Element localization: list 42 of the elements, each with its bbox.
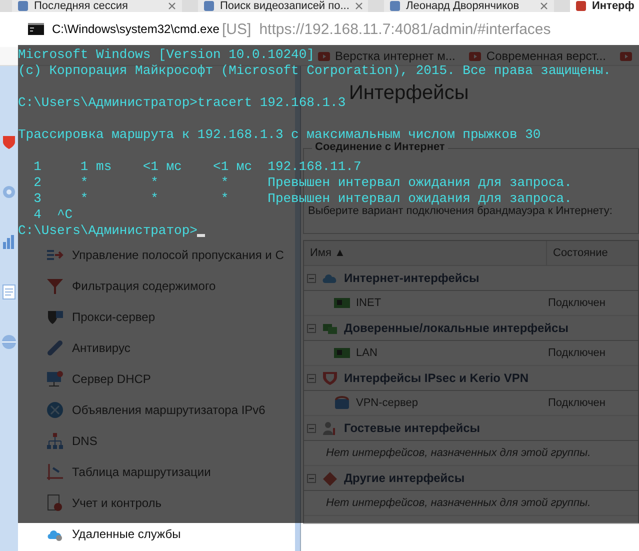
interface-name: INET — [356, 297, 382, 309]
console-line: 1 1 ms <1 мс <1 мс 192.168.11.7 — [32, 159, 362, 175]
console-line: 4 ^C — [32, 207, 73, 223]
console-line: Microsoft Windows [Version 10.0.10240] — [18, 47, 314, 63]
instruction-text: Выберите вариант подключения брандмауэра к Интернету: — [308, 205, 614, 217]
page-icon — [204, 1, 214, 11]
close-icon[interactable] — [355, 2, 364, 10]
close-icon[interactable] — [540, 2, 548, 10]
group-title: Доверенные/локальные интерфейсы — [344, 321, 568, 335]
group-title: Другие интерфейсы — [344, 471, 465, 485]
browser-tab[interactable]: Последняя сессия — [12, 0, 182, 12]
globe-icon[interactable] — [1, 334, 17, 350]
page-icon — [390, 1, 400, 11]
group-title: Интерфейсы IPsec и Kerio VPN — [344, 371, 528, 385]
browser-tab[interactable]: Поиск видеозаписей по... — [198, 0, 368, 12]
shield-icon[interactable] — [1, 134, 17, 150]
region-label: [US] — [222, 21, 252, 38]
console-line: C:\Users\Администратор> — [18, 223, 198, 239]
page-title: Интерфейсы — [349, 82, 469, 104]
page-icon — [18, 1, 28, 11]
interface-name: LAN — [356, 347, 378, 359]
sidebar-item[interactable]: Удаленные службы — [18, 518, 295, 549]
window-title: C:\Windows\system32\cmd.exe — [52, 22, 220, 36]
group-title: Интернет-интерфейсы — [344, 271, 480, 285]
group-title: Гостевые интерфейсы — [344, 421, 480, 435]
browser-tab[interactable]: Леонард Дворянчиков — [384, 0, 554, 12]
interface-name: VPN-сервер — [356, 397, 418, 409]
console-line: 3 * * * Превышен интервал ожидания для запроса. — [32, 191, 572, 206]
console-icon — [28, 22, 44, 34]
app-icon — [576, 1, 586, 11]
console-line: C:\Users\Администратор>tracert 192.168.1.3 — [18, 95, 346, 111]
console-line: Трассировка маршрута к 192.168.1.3 с максимальным числом прыжков 30 — [18, 127, 541, 142]
console-line: 2 * * * Превышен интервал ожидания для запроса. — [32, 175, 572, 191]
close-icon[interactable] — [168, 2, 176, 10]
status-text: Подключен — [547, 297, 606, 309]
bar-chart-icon[interactable] — [1, 234, 17, 250]
url-text[interactable]: https://192.168.11.7:4081/admin/#interfaces — [259, 21, 551, 38]
browser-tab[interactable]: Интерф — [570, 0, 639, 12]
console-line: (c) Корпорация Майкрософт (Microsoft Corporation), 2015. Все права защищены. — [18, 63, 611, 79]
status-text: Подключен — [547, 397, 606, 409]
status-text: Подключен — [547, 347, 606, 359]
document-icon[interactable] — [1, 284, 17, 300]
